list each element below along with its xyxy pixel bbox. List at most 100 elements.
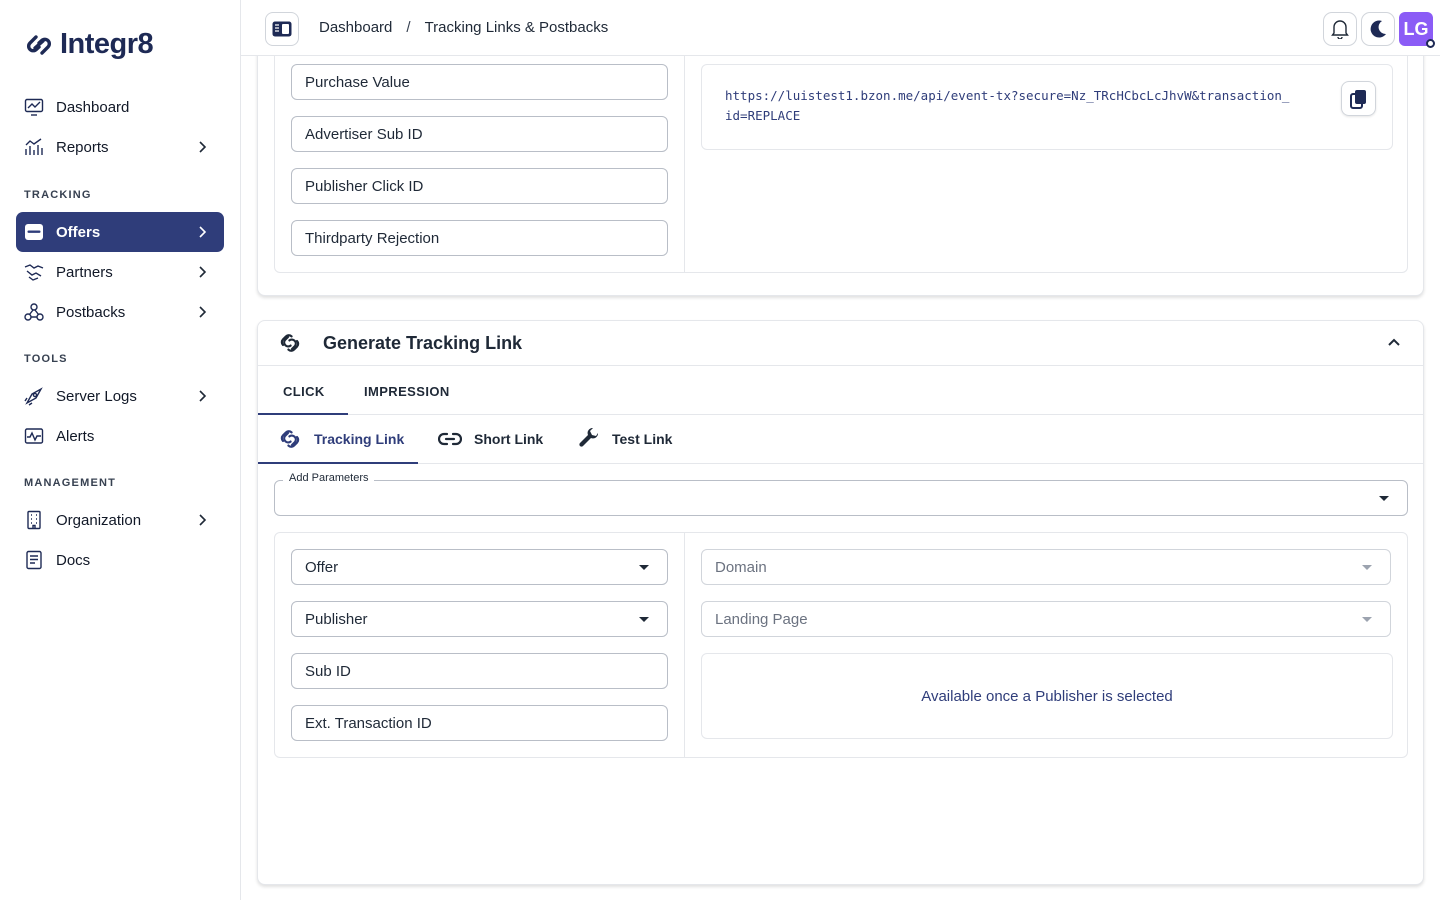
moon-icon <box>1370 20 1386 38</box>
breadcrumb: Dashboard / Tracking Links & Postbacks <box>319 19 608 36</box>
sidebar-item-server-logs[interactable]: Server Logs <box>16 376 224 416</box>
sidebar-item-label: Dashboard <box>56 98 130 116</box>
chevron-right-icon <box>194 224 210 245</box>
sidebar-item-organization[interactable]: Organization <box>16 500 224 540</box>
postback-url-line-2: id=REPLACE <box>725 108 801 123</box>
logo-text: Integr8 <box>60 28 154 60</box>
reports-icon <box>24 137 44 157</box>
caret-down-icon <box>639 565 649 570</box>
sidebar-item-docs[interactable]: Docs <box>16 540 224 580</box>
tracking-link-card: Generate Tracking Link CLICK IMPRESSION … <box>257 320 1424 885</box>
avatar-initials: LG <box>1403 18 1429 39</box>
bell-icon <box>1331 20 1349 39</box>
breadcrumb-current: Tracking Links & Postbacks <box>424 19 609 36</box>
postback-url-box: https://luistest1.bzon.me/api/event-tx?s… <box>701 64 1393 150</box>
tab-impression[interactable]: IMPRESSION <box>364 384 450 399</box>
generated-link-box: Available once a Publisher is selected <box>701 653 1393 739</box>
sidebar-item-partners[interactable]: Partners <box>16 252 224 292</box>
postback-divider <box>684 21 685 273</box>
tab-click[interactable]: CLICK <box>283 384 325 399</box>
postback-url-line-1: https://luistest1.bzon.me/api/event-tx?s… <box>725 88 1290 103</box>
copy-url-button[interactable] <box>1341 81 1376 116</box>
chevron-right-icon <box>194 264 210 285</box>
ext-transaction-id-field[interactable]: Ext. Transaction ID <box>291 705 668 741</box>
theme-toggle-button[interactable] <box>1361 12 1395 46</box>
caret-down-icon <box>1379 496 1389 501</box>
tracking-link-card-title: Generate Tracking Link <box>323 333 523 353</box>
landing-page-select[interactable]: Landing Page <box>701 601 1391 637</box>
sidebar: Integr8 Dashboard Reports TRACKING Offer… <box>0 0 241 900</box>
sidebar-item-label: Organization <box>56 511 142 529</box>
generated-link-empty-message: Available once a Publisher is selected <box>921 687 1173 705</box>
sidebar-item-dashboard[interactable]: Dashboard <box>16 87 224 127</box>
wrench-icon <box>579 428 599 447</box>
publisher-select-label: Publisher <box>305 610 368 628</box>
organization-icon <box>24 510 44 530</box>
add-parameters-select[interactable]: Add Parameters <box>274 472 1408 516</box>
chevron-up-icon[interactable] <box>1387 337 1401 347</box>
offer-select[interactable]: Offer <box>291 549 668 585</box>
sub-id-field[interactable]: Sub ID <box>291 653 668 689</box>
notifications-button[interactable] <box>1323 12 1357 46</box>
tracking-link-tabs: CLICK IMPRESSION <box>258 366 1423 415</box>
partners-icon <box>24 262 44 282</box>
caret-down-icon <box>1362 617 1372 622</box>
subtab-label: Test Link <box>612 431 673 447</box>
subtab-short-link[interactable]: Short Link <box>438 428 543 450</box>
postback-url-text[interactable]: https://luistest1.bzon.me/api/event-tx?s… <box>725 86 1325 126</box>
sidebar-item-label: Postbacks <box>56 303 126 321</box>
publisher-click-id-field[interactable]: Publisher Click ID <box>291 168 668 204</box>
postback-card: Purchase Value Advertiser Sub ID Publish… <box>257 11 1424 296</box>
sidebar-item-postbacks[interactable]: Postbacks <box>16 292 224 332</box>
tracking-link-subtabs: Tracking Link Short Link Test Link <box>258 415 1423 464</box>
thirdparty-rejection-field[interactable]: Thirdparty Rejection <box>291 220 668 256</box>
domain-select[interactable]: Domain <box>701 549 1391 585</box>
dashboard-icon <box>24 97 44 117</box>
breadcrumb-separator: / <box>406 19 411 36</box>
sidebar-toggle-button[interactable] <box>265 12 299 46</box>
subtab-test-link[interactable]: Test Link <box>578 428 672 450</box>
chevron-right-icon <box>194 388 210 409</box>
section-label-tools: TOOLS <box>24 353 68 365</box>
avatar-status-dot <box>1426 39 1435 48</box>
advertiser-sub-id-field[interactable]: Advertiser Sub ID <box>291 116 668 152</box>
link-icon <box>280 334 300 352</box>
server-logs-icon <box>24 386 44 406</box>
subtab-label: Tracking Link <box>314 431 405 447</box>
docs-icon <box>24 550 44 570</box>
postbacks-icon <box>24 302 44 322</box>
subtab-label: Short Link <box>474 431 544 447</box>
short-link-icon <box>438 432 462 446</box>
chevron-right-icon <box>194 512 210 533</box>
offers-icon <box>24 222 44 242</box>
subtab-tracking-link-indicator <box>258 462 418 464</box>
offer-select-label: Offer <box>305 558 339 576</box>
sidebar-item-label: Reports <box>56 138 109 156</box>
sidebar-item-label: Docs <box>56 551 91 569</box>
section-label-tracking: TRACKING <box>24 189 92 201</box>
chevron-right-icon <box>194 304 210 325</box>
publisher-select[interactable]: Publisher <box>291 601 668 637</box>
sidebar-item-offers[interactable]: Offers <box>16 212 224 252</box>
caret-down-icon <box>1362 565 1372 570</box>
domain-select-label: Domain <box>715 558 767 576</box>
alerts-icon <box>24 426 44 446</box>
sidebar-item-alerts[interactable]: Alerts <box>16 416 224 456</box>
breadcrumb-dashboard[interactable]: Dashboard <box>319 19 392 36</box>
caret-down-icon <box>639 617 649 622</box>
sidebar-item-label: Partners <box>56 263 113 281</box>
logo[interactable]: Integr8 <box>24 28 154 61</box>
sidebar-item-reports[interactable]: Reports <box>16 127 224 167</box>
purchase-value-field[interactable]: Purchase Value <box>291 64 668 100</box>
tracking-link-card-header[interactable]: Generate Tracking Link <box>258 321 1423 366</box>
subtab-tracking-link[interactable]: Tracking Link <box>278 428 404 450</box>
sidebar-toggle-icon <box>272 21 292 37</box>
sidebar-item-label: Offers <box>56 223 101 241</box>
link-icon <box>280 430 300 448</box>
top-bar: Dashboard / Tracking Links & Postbacks L… <box>241 0 1440 56</box>
avatar[interactable]: LG <box>1399 12 1435 48</box>
add-parameters-label: Add Parameters <box>283 472 375 484</box>
landing-page-select-label: Landing Page <box>715 610 808 628</box>
logo-link-icon <box>26 34 52 55</box>
copy-icon <box>1349 89 1366 109</box>
